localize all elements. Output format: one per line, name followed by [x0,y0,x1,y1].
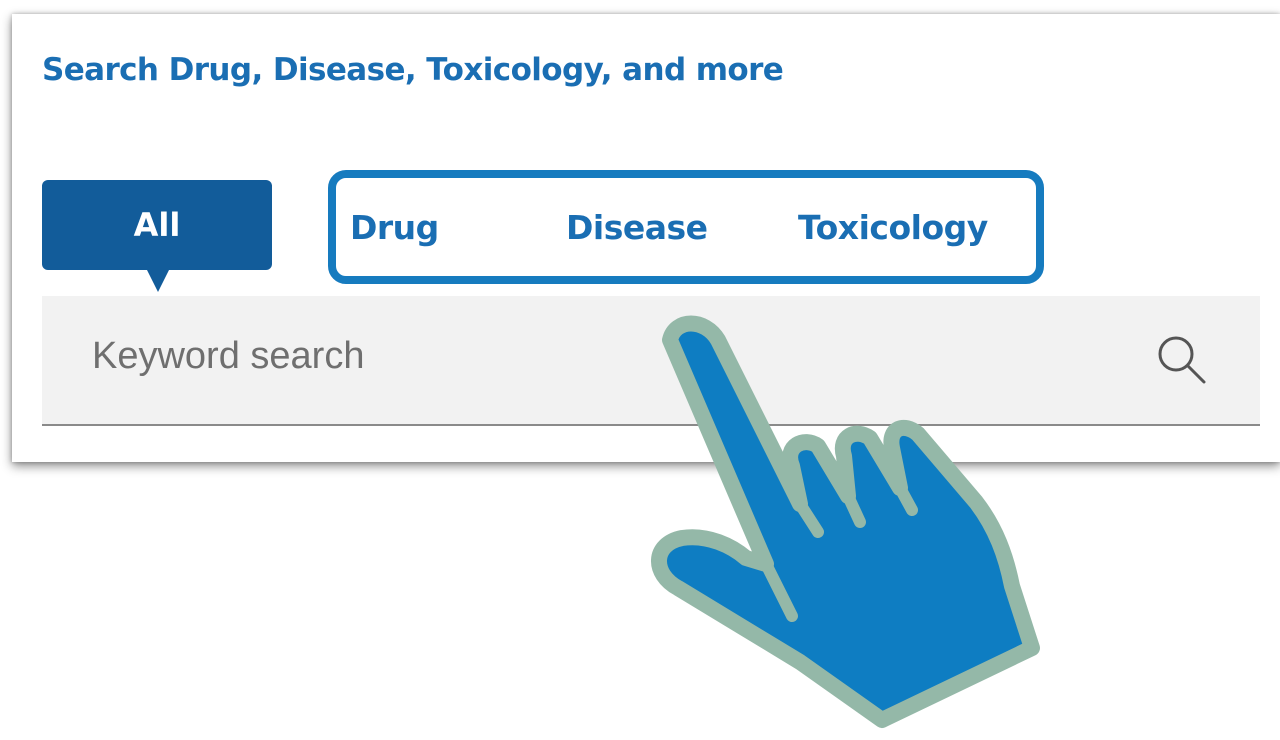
search-icon[interactable] [1154,332,1210,388]
tab-disease[interactable]: Disease [566,211,708,244]
screen: Search Drug, Disease, Toxicology, and mo… [0,0,1280,740]
tab-all[interactable]: All [42,180,272,292]
tab-toxicology[interactable]: Toxicology [798,211,988,244]
pointing-hand-icon [651,315,1040,728]
tab-drug[interactable]: Drug [350,211,439,244]
highlighted-tab-group: Drug Disease Toxicology [328,170,1044,284]
search-card-title: Search Drug, Disease, Toxicology, and mo… [42,52,784,88]
tab-all-label: All [133,206,181,244]
